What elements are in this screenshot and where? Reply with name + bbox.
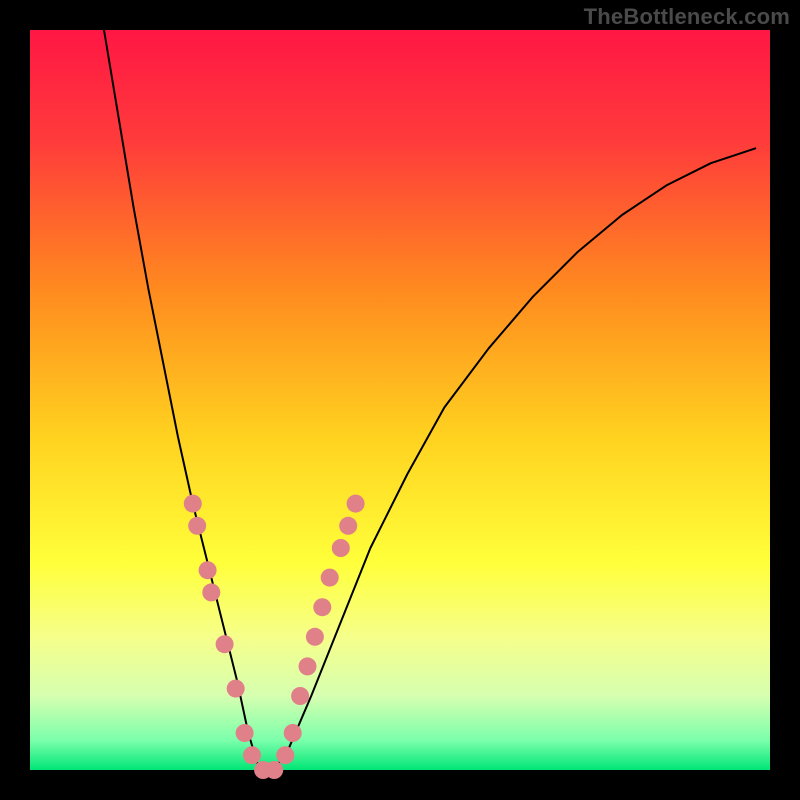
marker-point — [236, 724, 254, 742]
marker-point — [202, 583, 220, 601]
marker-point — [243, 746, 261, 764]
plot-background — [30, 30, 770, 770]
marker-point — [299, 657, 317, 675]
marker-point — [276, 746, 294, 764]
marker-point — [199, 561, 217, 579]
chart-stage: TheBottleneck.com — [0, 0, 800, 800]
marker-point — [188, 517, 206, 535]
marker-point — [216, 635, 234, 653]
marker-point — [265, 761, 283, 779]
marker-point — [321, 569, 339, 587]
chart-svg — [0, 0, 800, 800]
marker-point — [332, 539, 350, 557]
marker-point — [339, 517, 357, 535]
marker-point — [347, 495, 365, 513]
marker-point — [306, 628, 324, 646]
marker-point — [313, 598, 331, 616]
marker-point — [227, 680, 245, 698]
watermark-text: TheBottleneck.com — [584, 4, 790, 30]
marker-point — [284, 724, 302, 742]
marker-point — [184, 495, 202, 513]
marker-point — [291, 687, 309, 705]
